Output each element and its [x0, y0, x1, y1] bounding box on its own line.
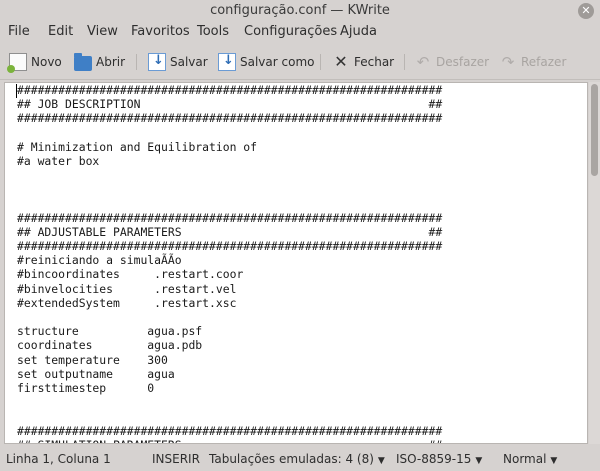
- code-line: ########################################…: [17, 423, 443, 438]
- code-line: set outputname agua: [17, 366, 175, 381]
- undo-button-label: Desfazer: [436, 55, 490, 69]
- menu-ajuda[interactable]: Ajuda: [340, 24, 377, 39]
- text-editor-area[interactable]: ########################################…: [4, 82, 588, 444]
- save-button[interactable]: Salvar: [148, 50, 208, 74]
- code-line: coordinates agua.pdb: [17, 338, 203, 353]
- input-mode[interactable]: INSERIR: [152, 452, 200, 466]
- save-as-button-label: Salvar como: [240, 55, 315, 69]
- undo-button[interactable]: ↶ Desfazer: [414, 50, 489, 74]
- close-icon: ✕: [334, 52, 348, 71]
- folder-icon: [74, 52, 92, 71]
- save-as-button[interactable]: Salvar como: [218, 50, 314, 74]
- window-close-icon[interactable]: ✕: [578, 3, 594, 19]
- code-line: #extendedSystem .restart.xsc: [17, 295, 237, 310]
- editor-text[interactable]: ########################################…: [17, 83, 443, 443]
- redo-button[interactable]: ↷ Refazer: [499, 50, 567, 74]
- undo-icon: ↶: [416, 53, 430, 71]
- kwrite-window: configuração.conf — KWrite ✕ File Edit V…: [0, 0, 600, 471]
- menu-favoritos[interactable]: Favoritos: [131, 24, 190, 39]
- code-line: ########################################…: [17, 111, 443, 126]
- menu-bar: File Edit View Favoritos Tools Configura…: [0, 22, 600, 42]
- open-button[interactable]: Abrir: [74, 50, 125, 74]
- highlight-mode-selector[interactable]: Normal ▼: [503, 452, 557, 466]
- menu-configuracoes[interactable]: Configurações: [244, 24, 337, 39]
- new-button[interactable]: Novo: [7, 50, 62, 74]
- toolbar-separator: [320, 54, 321, 70]
- menu-tools[interactable]: Tools: [197, 24, 229, 39]
- code-line: set temperature 300: [17, 352, 168, 367]
- close-button-label: Fechar: [354, 55, 395, 69]
- highlight-label: Normal: [503, 452, 547, 466]
- title-bar: configuração.conf — KWrite ✕: [0, 0, 600, 22]
- save-as-icon: [218, 53, 236, 71]
- code-line: #binvelocities .restart.vel: [17, 281, 237, 296]
- chevron-down-icon: ▼: [550, 456, 558, 466]
- code-line: #bincoordinates .restart.coor: [17, 267, 244, 282]
- menu-view[interactable]: View: [87, 24, 118, 39]
- save-icon: [148, 53, 166, 71]
- code-line: #reiniciando a simulaÃÃo: [17, 253, 182, 268]
- save-button-label: Salvar: [170, 55, 208, 69]
- chevron-down-icon: ▼: [377, 456, 385, 466]
- code-line: # Minimization and Equilibration of: [17, 139, 258, 154]
- scrollbar-thumb[interactable]: [591, 84, 598, 176]
- tab-settings[interactable]: Tabulações emuladas: 4 (8) ▼: [209, 452, 385, 466]
- tab-settings-label: Tabulações emuladas: 4 (8): [209, 452, 374, 466]
- redo-icon: ↷: [501, 53, 515, 71]
- redo-button-label: Refazer: [521, 55, 567, 69]
- code-line: ########################################…: [17, 239, 443, 254]
- chevron-down-icon: ▼: [475, 456, 483, 466]
- vertical-scrollbar[interactable]: [589, 82, 600, 444]
- open-button-label: Abrir: [96, 55, 126, 69]
- menu-edit[interactable]: Edit: [48, 24, 73, 39]
- new-document-icon: [7, 53, 27, 73]
- code-line: structure agua.psf: [17, 324, 203, 339]
- menu-file[interactable]: File: [8, 24, 30, 39]
- window-title: configuração.conf — KWrite: [210, 3, 390, 18]
- toolbar-separator: [404, 54, 405, 70]
- code-line: ########################################…: [17, 210, 443, 225]
- encoding-label: ISO-8859-15: [396, 452, 472, 466]
- code-line: ########################################…: [17, 83, 443, 97]
- status-bar: Linha 1, Coluna 1 INSERIR Tabulações emu…: [0, 446, 600, 471]
- code-line: ## ADJUSTABLE PARAMETERS ##: [17, 224, 443, 239]
- close-document-button[interactable]: ✕ Fechar: [332, 50, 394, 74]
- code-line: ## SIMULATION PARAMETERS ##: [17, 438, 442, 443]
- new-button-label: Novo: [31, 55, 62, 69]
- code-line: ## JOB DESCRIPTION ##: [17, 97, 443, 112]
- encoding-selector[interactable]: ISO-8859-15 ▼: [396, 452, 482, 466]
- cursor-position: Linha 1, Coluna 1: [6, 452, 111, 466]
- code-line: #a water box: [17, 153, 100, 168]
- code-line: firsttimestep 0: [17, 380, 155, 395]
- toolbar: Novo Abrir Salvar Salvar como ✕ Fechar ↶…: [0, 44, 600, 80]
- toolbar-separator: [136, 54, 137, 70]
